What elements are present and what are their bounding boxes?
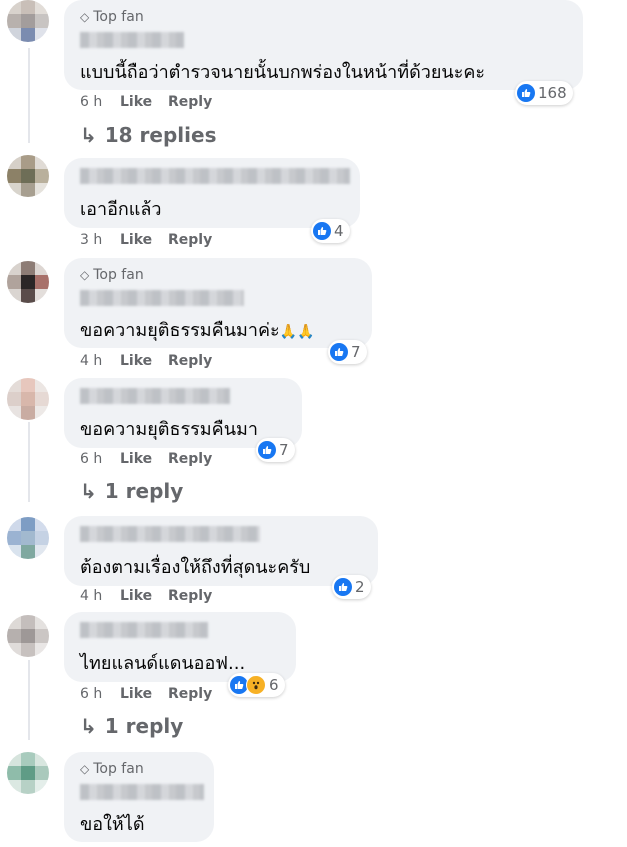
reaction-count[interactable]: 168 bbox=[515, 81, 573, 105]
like-button[interactable]: Like bbox=[120, 451, 168, 467]
commenter-name[interactable] bbox=[80, 290, 244, 306]
reaction-count-value: 2 bbox=[355, 578, 365, 596]
avatar[interactable] bbox=[7, 261, 49, 303]
comment-bubble: ◇ Top fan ขอความยุติธรรมคืนมาค่ะ🙏🙏 bbox=[64, 258, 372, 348]
comment-meta: 4 h Like Reply bbox=[80, 353, 212, 369]
commenter-name[interactable] bbox=[80, 388, 230, 404]
reaction-count-value: 168 bbox=[538, 84, 567, 102]
reply-button[interactable]: Reply bbox=[168, 353, 212, 369]
top-fan-badge: ◇ Top fan bbox=[80, 761, 144, 777]
reply-button[interactable]: Reply bbox=[168, 451, 212, 467]
view-replies-link[interactable]: ↳ 18 replies bbox=[80, 123, 216, 147]
commenter-name[interactable] bbox=[80, 622, 208, 638]
diamond-icon: ◇ bbox=[80, 762, 90, 776]
like-button[interactable]: Like bbox=[120, 232, 168, 248]
comment-text: ต้องตามเรื่องให้ถึงที่สุดนะครับ bbox=[80, 557, 311, 578]
avatar[interactable] bbox=[7, 752, 49, 794]
reply-button[interactable]: Reply bbox=[168, 686, 212, 702]
like-icon bbox=[517, 84, 535, 102]
diamond-icon: ◇ bbox=[80, 10, 90, 24]
comment-bubble: ◇ Top fan ขอให้ได้ bbox=[64, 752, 214, 842]
comment-time[interactable]: 6 h bbox=[80, 94, 120, 110]
reaction-count-value: 6 bbox=[269, 676, 279, 694]
comment-text: ขอให้ได้ bbox=[80, 814, 145, 835]
comment-bubble: เอาอีกแล้ว bbox=[64, 158, 360, 228]
comment-text: ขอความยุติธรรมคืนมา bbox=[80, 419, 258, 440]
reply-arrow-icon: ↳ bbox=[80, 479, 97, 503]
reply-button[interactable]: Reply bbox=[168, 94, 212, 110]
like-icon bbox=[313, 222, 331, 240]
commenter-name[interactable] bbox=[80, 168, 350, 184]
top-fan-badge: ◇ Top fan bbox=[80, 9, 144, 25]
comment-time[interactable]: 6 h bbox=[80, 686, 120, 702]
replies-count: 1 reply bbox=[104, 714, 184, 738]
comment-meta: 6 h Like Reply bbox=[80, 451, 212, 467]
like-button[interactable]: Like bbox=[120, 94, 168, 110]
folded-hands-emoji: 🙏🙏 bbox=[279, 324, 315, 340]
reaction-count[interactable]: 7 bbox=[328, 340, 367, 364]
replies-count: 1 reply bbox=[104, 479, 184, 503]
commenter-name[interactable] bbox=[80, 784, 204, 800]
top-fan-label: Top fan bbox=[93, 761, 144, 777]
comment-bubble: ต้องตามเรื่องให้ถึงที่สุดนะครับ bbox=[64, 516, 378, 586]
diamond-icon: ◇ bbox=[80, 268, 90, 282]
reaction-count-value: 7 bbox=[351, 343, 361, 361]
comment-text: แบบนี้ถือว่าตำรวจนายนั้นบกพร่องในหน้าที่… bbox=[80, 62, 486, 83]
comment-meta: 4 h Like Reply bbox=[80, 588, 212, 604]
thread-line bbox=[28, 48, 30, 143]
top-fan-label: Top fan bbox=[93, 267, 144, 283]
reaction-count-value: 7 bbox=[279, 441, 289, 459]
commenter-name[interactable] bbox=[80, 526, 260, 542]
comment-text: ขอความยุติธรรมคืนมาค่ะ🙏🙏 bbox=[80, 315, 315, 344]
reaction-count[interactable]: 2 bbox=[332, 575, 371, 599]
reply-button[interactable]: Reply bbox=[168, 588, 212, 604]
avatar[interactable] bbox=[7, 615, 49, 657]
reaction-count[interactable]: 7 bbox=[256, 438, 295, 462]
avatar[interactable] bbox=[7, 378, 49, 420]
thread-line bbox=[28, 660, 30, 740]
comment-bubble: ◇ Top fan แบบนี้ถือว่าตำรวจนายนั้นบกพร่อ… bbox=[64, 0, 583, 90]
comment-meta: 6 h Like Reply bbox=[80, 686, 212, 702]
like-button[interactable]: Like bbox=[120, 588, 168, 604]
replies-count: 18 replies bbox=[104, 123, 217, 147]
comment-time[interactable]: 4 h bbox=[80, 353, 120, 369]
view-replies-link[interactable]: ↳ 1 reply bbox=[80, 479, 183, 503]
reaction-count[interactable]: 4 bbox=[311, 219, 350, 243]
top-fan-badge: ◇ Top fan bbox=[80, 267, 144, 283]
comment-text-body: ขอความยุติธรรมคืนมาค่ะ bbox=[80, 320, 280, 341]
comment-bubble: ไทยแลนด์แดนออฟ... bbox=[64, 612, 296, 682]
commenter-name[interactable] bbox=[80, 32, 184, 48]
comment-time[interactable]: 3 h bbox=[80, 232, 120, 248]
top-fan-label: Top fan bbox=[93, 9, 144, 25]
comment-text: ไทยแลนด์แดนออฟ... bbox=[80, 653, 246, 674]
wow-icon bbox=[246, 675, 266, 695]
avatar[interactable] bbox=[7, 0, 49, 42]
reply-button[interactable]: Reply bbox=[168, 232, 212, 248]
like-button[interactable]: Like bbox=[120, 353, 168, 369]
like-button[interactable]: Like bbox=[120, 686, 168, 702]
reaction-count-value: 4 bbox=[334, 222, 344, 240]
thread-line bbox=[28, 422, 30, 502]
comment-time[interactable]: 4 h bbox=[80, 588, 120, 604]
avatar[interactable] bbox=[7, 517, 49, 559]
comment-meta: 3 h Like Reply bbox=[80, 232, 212, 248]
comment-meta: 6 h Like Reply bbox=[80, 94, 212, 110]
reply-arrow-icon: ↳ bbox=[80, 123, 97, 147]
reaction-count[interactable]: 6 bbox=[228, 673, 285, 697]
comment-time[interactable]: 6 h bbox=[80, 451, 120, 467]
like-icon bbox=[258, 441, 276, 459]
avatar[interactable] bbox=[7, 155, 49, 197]
like-icon bbox=[334, 578, 352, 596]
view-replies-link[interactable]: ↳ 1 reply bbox=[80, 714, 183, 738]
like-icon bbox=[330, 343, 348, 361]
comment-text: เอาอีกแล้ว bbox=[80, 199, 162, 220]
reply-arrow-icon: ↳ bbox=[80, 714, 97, 738]
